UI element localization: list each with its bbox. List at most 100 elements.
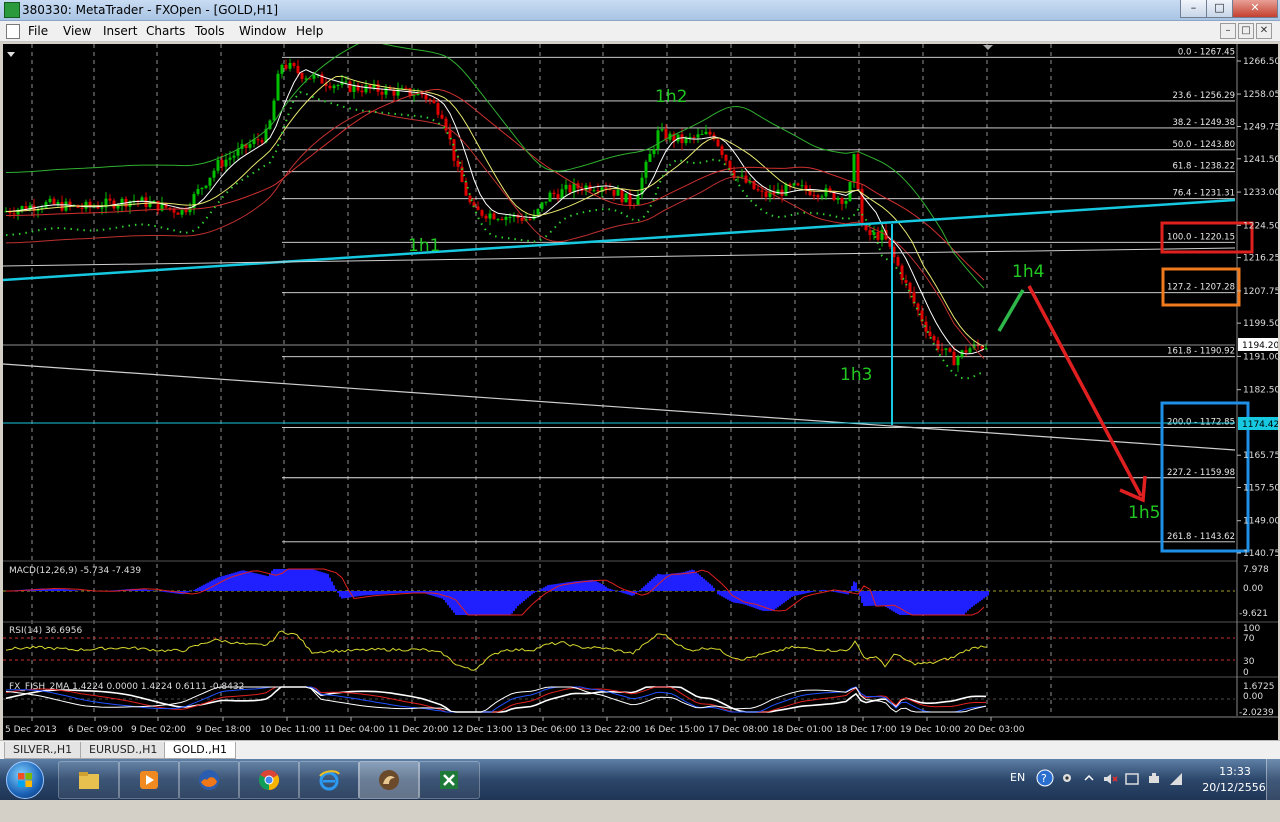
candle-body (556, 194, 560, 199)
candle-body (548, 192, 552, 202)
rsi-scale-100: 100 (1243, 624, 1260, 634)
candle-body (984, 347, 988, 349)
green-projection-arrow (997, 289, 1025, 332)
candle-body (312, 75, 316, 79)
fib-label: 227.2 - 1159.98 (1167, 468, 1235, 478)
price-scale-label: 1165.75 (1243, 451, 1278, 461)
fib-label: 261.8 - 1143.62 (1167, 532, 1235, 542)
upper-channel-line[interactable] (3, 247, 1236, 267)
time-axis-label: 12 Dec 13:00 (452, 725, 513, 735)
clock-date[interactable]: 20/12/2556 (1198, 781, 1270, 822)
taskbar-ie[interactable] (298, 761, 360, 799)
candle-body (692, 136, 696, 138)
candle-body (120, 198, 124, 206)
taskbar-media-player[interactable] (118, 761, 180, 799)
menu-charts[interactable]: Charts (146, 24, 185, 38)
fib-label: 23.6 - 1256.29 (1172, 91, 1235, 101)
candle-body (464, 182, 468, 196)
power-icon[interactable] (1146, 771, 1162, 787)
show-desktop-button[interactable] (1266, 759, 1280, 800)
title-bar: 380330: MetaTrader - FXOpen - [GOLD,H1] … (0, 0, 1280, 21)
candle-body (380, 91, 384, 95)
candle-body (456, 160, 460, 167)
candle-body (740, 175, 744, 177)
maximize-button[interactable]: □ (1206, 0, 1233, 18)
candle-body (196, 188, 200, 195)
action-center-icon[interactable] (1124, 771, 1140, 787)
volume-muted-icon[interactable] (1102, 771, 1118, 787)
candle-body (696, 134, 700, 138)
ascending-trendline[interactable] (3, 198, 1236, 282)
mdi-restore-button[interactable]: □ (1238, 23, 1254, 39)
settings-icon[interactable] (1060, 771, 1074, 785)
candle-body (480, 210, 484, 216)
network-icon[interactable] (1168, 771, 1184, 787)
candle-body (184, 209, 188, 213)
candle-body (700, 134, 704, 136)
mdi-close-button[interactable]: ✕ (1256, 23, 1272, 39)
candle-body (964, 350, 968, 353)
time-axis-label: 6 Dec 09:00 (68, 725, 123, 735)
show-hidden-icons-icon[interactable] (1084, 773, 1094, 783)
close-button[interactable]: ✕ (1232, 0, 1278, 18)
menu-bar: File View Insert Charts Tools Window Hel… (0, 21, 1280, 42)
candle-body (568, 184, 572, 193)
candle-body (260, 140, 264, 143)
taskbar-chrome[interactable] (238, 761, 300, 799)
menu-window[interactable]: Window (239, 24, 286, 38)
taskbar-explorer[interactable] (58, 761, 120, 799)
descending-channel-line[interactable] (3, 363, 1236, 451)
candle-body (560, 189, 564, 199)
candle-body (528, 219, 532, 221)
candle-body (708, 131, 712, 135)
candle-body (272, 100, 276, 121)
candle-body (816, 195, 820, 198)
minimize-button[interactable]: – (1180, 0, 1207, 18)
candle-body (660, 129, 664, 131)
candle-body (876, 232, 880, 240)
chart-corner-marker-icon[interactable] (7, 52, 15, 57)
candle-body (624, 193, 628, 203)
mdi-minimize-button[interactable]: – (1220, 23, 1236, 39)
candle-body (108, 198, 112, 201)
price-scale-label: 1140.75 (1243, 549, 1278, 559)
menu-view[interactable]: View (63, 24, 91, 38)
candle-body (756, 189, 760, 191)
candle-body (720, 146, 724, 155)
candle-body (652, 148, 656, 154)
candle-body (796, 183, 800, 186)
tab-gold[interactable]: GOLD.,H1 (164, 742, 237, 759)
macd-scale-bottom: -9.621 (1239, 609, 1268, 619)
candle-body (916, 303, 920, 311)
chart-canvas[interactable]: 0.0 - 1267.45 23.6 - 1256.29 38.2 - 1249.3… (3, 44, 1278, 740)
candle-body (424, 94, 428, 100)
chart-document-icon[interactable] (6, 24, 20, 39)
help-icon[interactable]: ? (1036, 769, 1054, 787)
candle-body (328, 85, 332, 89)
time-axis-label: 9 Dec 02:00 (131, 725, 186, 735)
red-ma (6, 88, 985, 281)
menu-file[interactable]: File (28, 24, 48, 38)
taskbar-excel[interactable] (418, 761, 480, 799)
green-band-upper (5, 44, 985, 289)
candle-body (880, 230, 884, 240)
start-button[interactable] (6, 761, 44, 799)
menu-help[interactable]: Help (296, 24, 323, 38)
white-ma (5, 69, 985, 355)
menu-tools[interactable]: Tools (195, 24, 225, 38)
candle-body (812, 195, 816, 197)
taskbar-metatrader[interactable] (358, 761, 420, 799)
chart-shift-marker-icon[interactable] (983, 45, 993, 50)
price-scale-label: 1216.25 (1243, 254, 1278, 264)
menu-insert[interactable]: Insert (103, 24, 137, 38)
tab-eurusd[interactable]: EURUSD.,H1 (80, 742, 167, 759)
candle-body (628, 193, 632, 206)
candle-body (928, 331, 932, 337)
candle-body (232, 155, 236, 158)
tab-silver[interactable]: SILVER.,H1 (4, 742, 82, 759)
candle-body (20, 206, 24, 210)
chart-window[interactable]: 0.0 - 1267.45 23.6 - 1256.29 38.2 - 1249.3… (3, 44, 1278, 740)
macd-histogram (3, 568, 1235, 616)
language-indicator[interactable]: EN (1010, 771, 1025, 812)
taskbar-firefox[interactable] (178, 761, 240, 799)
